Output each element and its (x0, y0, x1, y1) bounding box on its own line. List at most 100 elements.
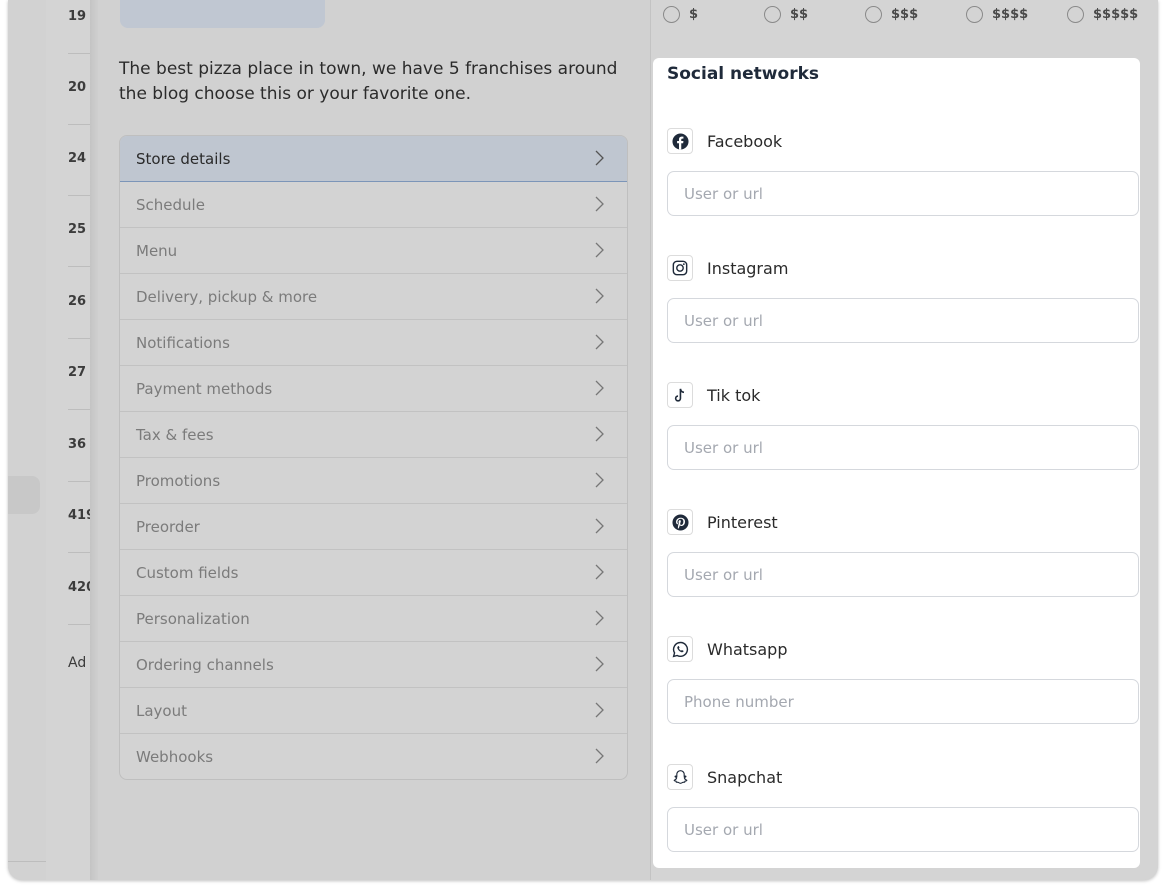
menu-item-payment-methods[interactable]: Payment methods (120, 366, 627, 412)
whatsapp-input[interactable] (667, 679, 1139, 724)
social-snapchat: Snapchat (667, 763, 1139, 852)
chevron-right-icon (595, 380, 604, 396)
instagram-icon (667, 255, 693, 281)
divider (68, 124, 90, 125)
menu-item-custom-fields[interactable]: Custom fields (120, 550, 627, 596)
menu-item-schedule[interactable]: Schedule (120, 182, 627, 228)
list-item-number[interactable]: 25 (68, 222, 90, 237)
menu-item-promotions[interactable]: Promotions (120, 458, 627, 504)
menu-item-label: Menu (136, 241, 178, 260)
menu-item-label: Preorder (136, 517, 200, 536)
network-name: Whatsapp (707, 639, 788, 659)
chevron-right-icon (595, 426, 604, 442)
price-range-radios: $ $$ $$$ $$$$ $$$$$ (663, 6, 1158, 28)
divider (68, 552, 90, 553)
list-item-number[interactable]: 24 (68, 151, 90, 166)
chevron-right-icon (595, 196, 604, 212)
menu-item-preorder[interactable]: Preorder (120, 504, 627, 550)
facebook-input[interactable] (667, 171, 1139, 216)
list-item-number[interactable]: 19 (68, 9, 90, 24)
social-pinterest: Pinterest (667, 508, 1139, 597)
store-description: The best pizza place in town, we have 5 … (119, 59, 618, 104)
menu-item-ordering-channels[interactable]: Ordering channels (120, 642, 627, 688)
pinterest-icon (667, 509, 693, 535)
menu-item-label: Schedule (136, 195, 205, 214)
chevron-right-icon (595, 150, 604, 166)
radio-circle[interactable] (1067, 6, 1084, 23)
radio-circle[interactable] (663, 6, 680, 23)
divider (68, 338, 90, 339)
chevron-right-icon (595, 564, 604, 580)
price-label: $ (689, 7, 699, 22)
menu-item-label: Delivery, pickup & more (136, 287, 318, 306)
radio-circle[interactable] (865, 6, 882, 23)
chevron-right-icon (595, 334, 604, 350)
divider (68, 409, 90, 410)
price-label: $$$ (891, 7, 919, 22)
menu-item-webhooks[interactable]: Webhooks (120, 734, 627, 779)
social-networks-panel: Social networks Facebook Instagram (653, 58, 1140, 868)
divider (68, 624, 90, 625)
menu-item-personalization[interactable]: Personalization (120, 596, 627, 642)
price-label: $$$$ (992, 7, 1029, 22)
network-name: Snapchat (707, 767, 783, 787)
panel-shadow (90, 0, 98, 880)
price-radio-2[interactable]: $$ (764, 6, 808, 23)
chevron-right-icon (595, 656, 604, 672)
divider (68, 53, 90, 54)
settings-main: The best pizza place in town, we have 5 … (98, 0, 651, 880)
social-tiktok: Tik tok (667, 381, 1139, 470)
list-item-number[interactable]: 419 (68, 508, 90, 523)
menu-item-label: Tax & fees (136, 425, 214, 444)
network-name: Facebook (707, 131, 783, 151)
list-column: 19 20 24 25 26 27 36 419 420 Ad (46, 0, 90, 880)
menu-item-label: Promotions (136, 471, 221, 490)
chevron-right-icon (595, 748, 604, 764)
instagram-input[interactable] (667, 298, 1139, 343)
chevron-right-icon (595, 518, 604, 534)
list-item-number[interactable]: 27 (68, 365, 90, 380)
radio-circle[interactable] (966, 6, 983, 23)
add-link[interactable]: Ad (68, 655, 90, 671)
chevron-right-icon (595, 242, 604, 258)
radio-circle[interactable] (764, 6, 781, 23)
divider (68, 195, 90, 196)
menu-item-notifications[interactable]: Notifications (120, 320, 627, 366)
social-facebook: Facebook (667, 127, 1139, 216)
sidebar-selected-item[interactable] (8, 476, 40, 514)
price-radio-1[interactable]: $ (663, 6, 698, 23)
list-item-number[interactable]: 26 (68, 294, 90, 309)
snapchat-input[interactable] (667, 807, 1139, 852)
menu-item-label: Layout (136, 701, 187, 720)
menu-item-label: Payment methods (136, 379, 273, 398)
divider (68, 266, 90, 267)
price-radio-3[interactable]: $$$ (865, 6, 918, 23)
menu-item-tax-fees[interactable]: Tax & fees (120, 412, 627, 458)
top-button[interactable] (120, 0, 325, 28)
menu-item-label: Ordering channels (136, 655, 274, 674)
price-label: $$ (790, 7, 809, 22)
far-left-sidebar (8, 0, 47, 880)
list-item-number[interactable]: 20 (68, 80, 90, 95)
divider (68, 481, 90, 482)
menu-item-menu[interactable]: Menu (120, 228, 627, 274)
tiktok-input[interactable] (667, 425, 1139, 470)
price-radio-5[interactable]: $$$$$ (1067, 6, 1138, 23)
network-name: Pinterest (707, 512, 778, 532)
chevron-right-icon (595, 610, 604, 626)
menu-item-layout[interactable]: Layout (120, 688, 627, 734)
menu-item-label: Store details (136, 149, 231, 168)
list-item-number[interactable]: 36 (68, 437, 90, 452)
chevron-right-icon (595, 702, 604, 718)
chevron-right-icon (595, 472, 604, 488)
tiktok-icon (667, 382, 693, 408)
price-radio-4[interactable]: $$$$ (966, 6, 1028, 23)
pinterest-input[interactable] (667, 552, 1139, 597)
app-frame: 19 20 24 25 26 27 36 419 420 Ad The best… (8, 0, 1158, 880)
divider (8, 861, 46, 862)
list-item-number[interactable]: 420 (68, 580, 90, 595)
menu-item-store-details[interactable]: Store details (120, 136, 627, 182)
menu-item-delivery[interactable]: Delivery, pickup & more (120, 274, 627, 320)
menu-item-label: Notifications (136, 333, 230, 352)
network-name: Tik tok (707, 385, 761, 405)
